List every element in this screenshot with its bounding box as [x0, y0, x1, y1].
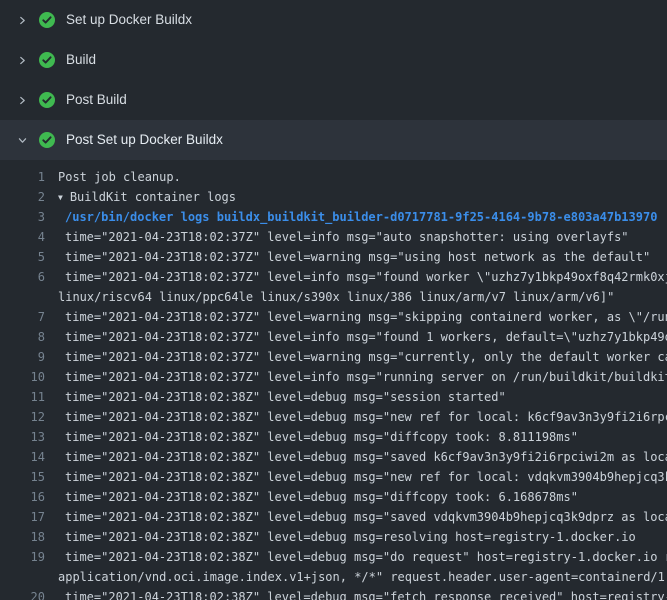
line-number	[0, 287, 45, 307]
log-text: time="2021-04-23T18:02:38Z" level=debug …	[58, 447, 667, 467]
log-line: 5 time="2021-04-23T18:02:37Z" level=warni…	[0, 247, 667, 267]
log-line: 16 time="2021-04-23T18:02:38Z" level=debu…	[0, 487, 667, 507]
line-number[interactable]: 18	[0, 527, 45, 547]
log-line: 19 time="2021-04-23T18:02:38Z" level=debu…	[0, 547, 667, 567]
log-line: 6 time="2021-04-23T18:02:37Z" level=info …	[0, 267, 667, 287]
line-number[interactable]: 14	[0, 447, 45, 467]
line-number[interactable]: 8	[0, 327, 45, 347]
log-line: 9 time="2021-04-23T18:02:37Z" level=warni…	[0, 347, 667, 367]
log-line: 8 time="2021-04-23T18:02:37Z" level=info …	[0, 327, 667, 347]
log-text: time="2021-04-23T18:02:38Z" level=debug …	[58, 507, 667, 527]
log-line: 17 time="2021-04-23T18:02:38Z" level=debu…	[0, 507, 667, 527]
log-line: linux/riscv64 linux/ppc64le linux/s390x …	[0, 287, 667, 307]
log-line: 10 time="2021-04-23T18:02:37Z" level=info…	[0, 367, 667, 387]
section-header[interactable]: Build	[0, 40, 667, 80]
line-number[interactable]: 16	[0, 487, 45, 507]
log-line: 20 time="2021-04-23T18:02:38Z" level=debu…	[0, 587, 667, 600]
log-text: time="2021-04-23T18:02:38Z" level=debug …	[58, 527, 636, 547]
log-line: 14 time="2021-04-23T18:02:38Z" level=debu…	[0, 447, 667, 467]
section-label: Post Build	[66, 80, 127, 120]
command-text: /usr/bin/docker logs buildx_buildkit_bui…	[58, 207, 657, 227]
line-number[interactable]: 20	[0, 587, 45, 600]
line-number[interactable]: 2	[0, 187, 45, 207]
section-header[interactable]: Post Set up Docker Buildx	[0, 120, 667, 160]
log-body: 1 Post job cleanup. 2 ▼BuildKit container l…	[0, 160, 667, 600]
log-text: time="2021-04-23T18:02:37Z" level=info m…	[58, 327, 667, 347]
log-line: 7 time="2021-04-23T18:02:37Z" level=warni…	[0, 307, 667, 327]
log-line: application/vnd.oci.image.index.v1+json,…	[0, 567, 667, 587]
check-circle-icon	[39, 52, 55, 68]
log-text: time="2021-04-23T18:02:38Z" level=debug …	[58, 587, 667, 600]
line-number[interactable]: 4	[0, 227, 45, 247]
line-number[interactable]: 9	[0, 347, 45, 367]
log-line: 3/usr/bin/docker logs buildx_buildkit_bu…	[0, 207, 667, 227]
log-text: time="2021-04-23T18:02:38Z" level=debug …	[58, 547, 667, 567]
line-number	[0, 567, 45, 587]
log-text: Post job cleanup.	[58, 167, 181, 187]
check-circle-icon	[39, 132, 55, 148]
log-line: 11 time="2021-04-23T18:02:38Z" level=debu…	[0, 387, 667, 407]
chevron-right-icon[interactable]	[16, 95, 28, 106]
chevron-right-icon[interactable]	[16, 15, 28, 26]
section-label: Build	[66, 40, 96, 80]
log-line: 13 time="2021-04-23T18:02:38Z" level=debu…	[0, 427, 667, 447]
line-number[interactable]: 7	[0, 307, 45, 327]
check-circle-icon	[39, 92, 55, 108]
chevron-down-icon[interactable]	[16, 135, 28, 146]
line-number[interactable]: 19	[0, 547, 45, 567]
section-label: Set up Docker Buildx	[66, 0, 192, 40]
line-number[interactable]: 5	[0, 247, 45, 267]
log-text: time="2021-04-23T18:02:38Z" level=debug …	[58, 407, 667, 427]
line-number[interactable]: 6	[0, 267, 45, 287]
line-number[interactable]: 15	[0, 467, 45, 487]
log-text: time="2021-04-23T18:02:38Z" level=debug …	[58, 427, 578, 447]
actions-log-viewer: Set up Docker BuildxBuildPost BuildPost …	[0, 0, 667, 600]
log-line: 12 time="2021-04-23T18:02:38Z" level=debu…	[0, 407, 667, 427]
log-text: time="2021-04-23T18:02:37Z" level=warnin…	[58, 247, 650, 267]
section-header[interactable]: Set up Docker Buildx	[0, 0, 667, 40]
line-number[interactable]: 3	[0, 207, 45, 227]
section-list: Set up Docker BuildxBuildPost BuildPost …	[0, 0, 667, 160]
line-number[interactable]: 12	[0, 407, 45, 427]
log-text: linux/riscv64 linux/ppc64le linux/s390x …	[58, 287, 614, 307]
log-text: time="2021-04-23T18:02:37Z" level=info m…	[58, 267, 667, 287]
log-text: time="2021-04-23T18:02:38Z" level=debug …	[58, 387, 506, 407]
line-number[interactable]: 1	[0, 167, 45, 187]
log-text: time="2021-04-23T18:02:37Z" level=warnin…	[58, 307, 667, 327]
log-line: 15 time="2021-04-23T18:02:38Z" level=debu…	[0, 467, 667, 487]
section-header[interactable]: Post Build	[0, 80, 667, 120]
log-group-header[interactable]: ▼BuildKit container logs	[58, 187, 236, 207]
group-expanded-icon[interactable]: ▼	[58, 188, 63, 208]
log-line: 2 ▼BuildKit container logs	[0, 187, 667, 207]
log-text: application/vnd.oci.image.index.v1+json,…	[58, 567, 667, 587]
line-number[interactable]: 13	[0, 427, 45, 447]
check-circle-icon	[39, 12, 55, 28]
line-number[interactable]: 17	[0, 507, 45, 527]
log-text: time="2021-04-23T18:02:38Z" level=debug …	[58, 487, 578, 507]
log-text: time="2021-04-23T18:02:37Z" level=info m…	[58, 367, 667, 387]
log-line: 18 time="2021-04-23T18:02:38Z" level=debu…	[0, 527, 667, 547]
log-line: 4 time="2021-04-23T18:02:37Z" level=info …	[0, 227, 667, 247]
chevron-right-icon[interactable]	[16, 55, 28, 66]
log-line: 1 Post job cleanup.	[0, 167, 667, 187]
log-text: time="2021-04-23T18:02:38Z" level=debug …	[58, 467, 667, 487]
line-number[interactable]: 11	[0, 387, 45, 407]
log-text: time="2021-04-23T18:02:37Z" level=warnin…	[58, 347, 667, 367]
line-number[interactable]: 10	[0, 367, 45, 387]
section-label: Post Set up Docker Buildx	[66, 120, 223, 160]
log-text: time="2021-04-23T18:02:37Z" level=info m…	[58, 227, 629, 247]
